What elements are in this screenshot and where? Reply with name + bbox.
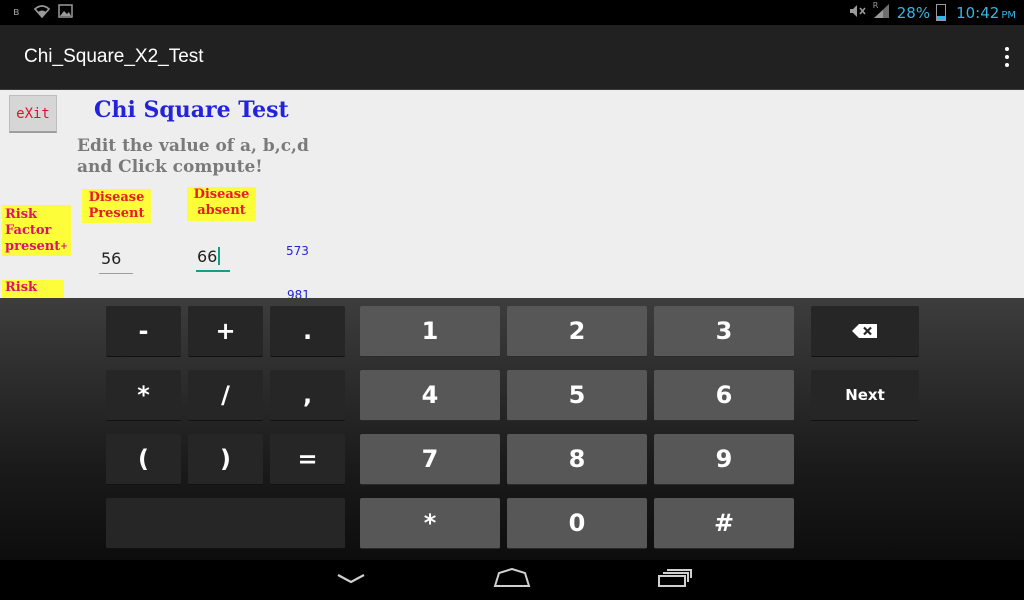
key-right-paren[interactable]: ) (188, 434, 263, 485)
mute-icon (849, 4, 867, 22)
instruction-line-1: Edit the value of a, b,c,d (77, 136, 309, 156)
key-dot[interactable]: . (270, 306, 345, 357)
key-star[interactable]: * (360, 498, 500, 549)
signal-icon: R (872, 0, 891, 23)
wifi-icon (33, 4, 51, 20)
key-7[interactable]: 7 (360, 434, 500, 485)
text-cursor (218, 247, 221, 265)
key-6[interactable]: 6 (654, 370, 794, 421)
key-multiply[interactable]: * (106, 370, 181, 421)
key-slash[interactable]: / (188, 370, 263, 421)
label-risk-factor-present-text: Risk Factor present (5, 207, 61, 254)
battery-icon (936, 4, 947, 21)
clock-ampm: PM (1001, 9, 1016, 21)
page-title: Chi Square Test (94, 97, 289, 123)
exit-button[interactable]: eXit (9, 95, 57, 133)
key-space[interactable] (106, 498, 345, 549)
key-plus[interactable]: + (188, 306, 263, 357)
home-icon[interactable] (493, 568, 531, 588)
field-a-value: 56 (101, 249, 122, 268)
label-disease-absent: Disease absent (187, 187, 256, 221)
key-3[interactable]: 3 (654, 306, 794, 357)
backspace-icon (852, 324, 877, 338)
key-0[interactable]: 0 (507, 498, 647, 549)
label-risk-factor-present: Risk Factor present+ (2, 205, 71, 256)
hide-keyboard-icon[interactable] (336, 572, 366, 586)
bluetooth-icon: ʙ (13, 5, 20, 18)
navigation-bar (0, 560, 1024, 600)
key-1[interactable]: 1 (360, 306, 500, 357)
action-bar: Chi_Square_X2_Test (0, 25, 1024, 90)
field-a-input[interactable]: 56 (99, 249, 133, 274)
key-left-paren[interactable]: ( (106, 434, 181, 485)
battery-percent: 28% (896, 3, 931, 22)
key-equals[interactable]: = (270, 434, 345, 485)
row-total-1: 573 (286, 244, 309, 258)
key-next[interactable]: Next (811, 370, 919, 421)
image-icon (58, 4, 73, 20)
key-2[interactable]: 2 (507, 306, 647, 357)
status-bar: ʙ R 28% 10:42 PM (0, 0, 1024, 25)
field-b-input[interactable]: 66 (196, 247, 230, 272)
key-4[interactable]: 4 (360, 370, 500, 421)
label-disease-present: Disease Present (82, 189, 151, 223)
key-8[interactable]: 8 (507, 434, 647, 485)
recent-apps-icon[interactable] (657, 568, 693, 588)
key-backspace[interactable] (811, 306, 919, 357)
key-minus[interactable]: - (106, 306, 181, 357)
numeric-keyboard: - + . 1 2 3 * / , 4 5 6 Next ( ) = 7 8 9… (0, 298, 1024, 560)
key-comma[interactable]: , (270, 370, 345, 421)
key-9[interactable]: 9 (654, 434, 794, 485)
battery-fill (937, 15, 946, 20)
overflow-menu-icon[interactable] (1004, 47, 1010, 67)
label-risk-factor-plus: + (60, 242, 68, 252)
instruction-line-2: and Click compute! (77, 157, 263, 177)
content-area: eXit Chi Square Test Edit the value of a… (0, 90, 1024, 302)
clock-time: 10:42 (956, 3, 1000, 22)
key-hash[interactable]: # (654, 498, 794, 549)
app-title: Chi_Square_X2_Test (24, 46, 204, 67)
field-b-value: 66 (197, 247, 218, 266)
key-5[interactable]: 5 (507, 370, 647, 421)
roaming-label: R (872, 0, 879, 10)
label-risk-factor-absent: Risk (2, 280, 64, 298)
